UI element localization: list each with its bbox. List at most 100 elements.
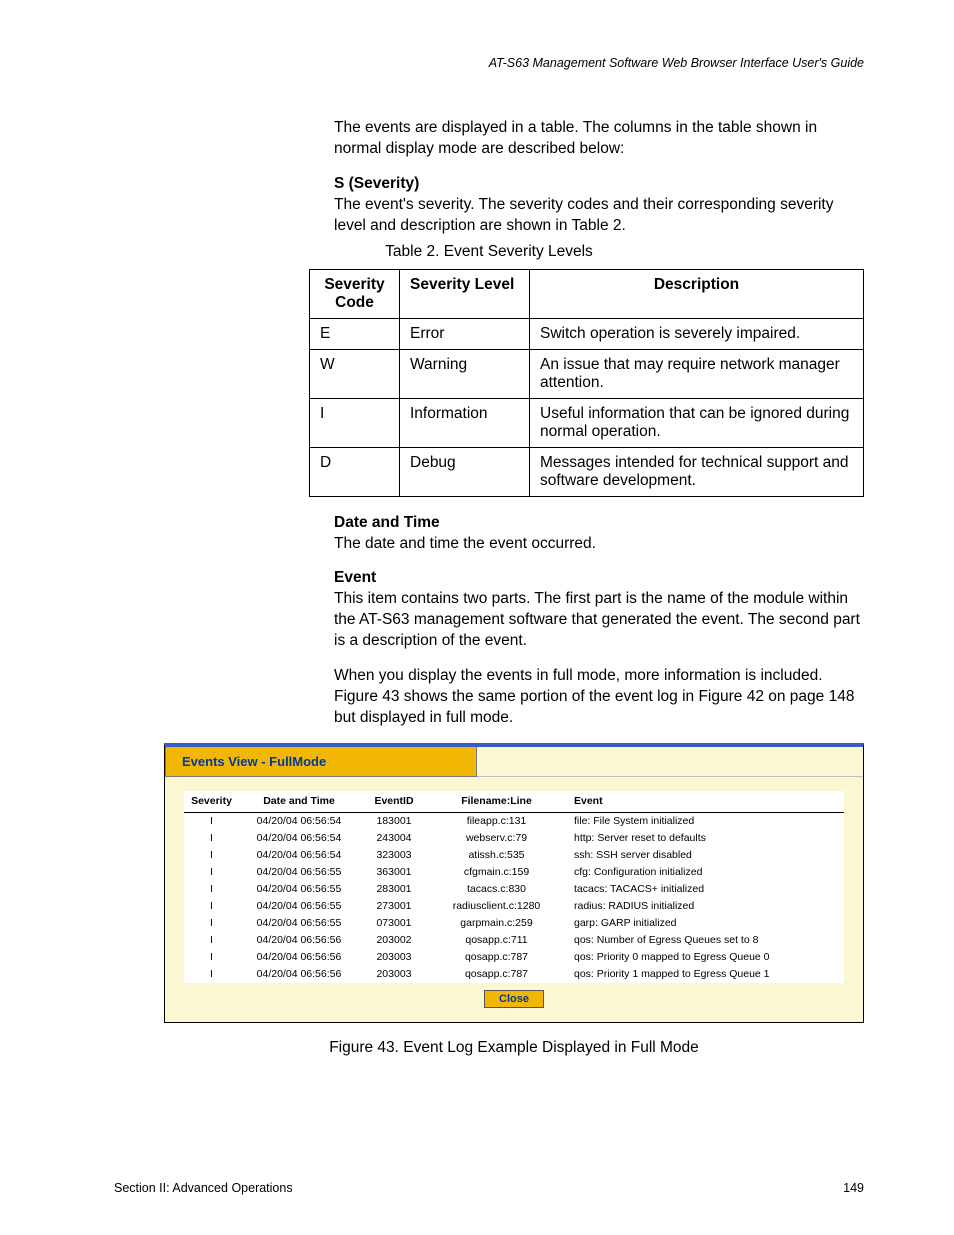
log-cell: garpmain.c:259 bbox=[429, 915, 564, 932]
table-cell: Debug bbox=[400, 447, 530, 496]
datetime-block: Date and Time The date and time the even… bbox=[334, 513, 864, 555]
table-cell: Error bbox=[400, 318, 530, 349]
log-cell: I bbox=[184, 812, 239, 830]
table-row: IInformationUseful information that can … bbox=[310, 398, 864, 447]
table-header-row: Severity Code Severity Level Description bbox=[310, 269, 864, 318]
log-cell: 04/20/04 06:56:56 bbox=[239, 966, 359, 983]
log-cell: garp: GARP initialized bbox=[564, 915, 844, 932]
datetime-text: The date and time the event occurred. bbox=[334, 535, 596, 552]
figure-caption: Figure 43. Event Log Example Displayed i… bbox=[164, 1039, 864, 1057]
log-col-severity: Severity bbox=[184, 791, 239, 813]
log-cell: http: Server reset to defaults bbox=[564, 830, 844, 847]
table-cell: Useful information that can be ignored d… bbox=[530, 398, 864, 447]
log-cell: webserv.c:79 bbox=[429, 830, 564, 847]
event-block: Event This item contains two parts. The … bbox=[334, 568, 864, 652]
log-cell: I bbox=[184, 898, 239, 915]
log-cell: 323003 bbox=[359, 847, 429, 864]
log-cell: qosapp.c:711 bbox=[429, 932, 564, 949]
table-cell: D bbox=[310, 447, 400, 496]
log-cell: 04/20/04 06:56:55 bbox=[239, 864, 359, 881]
figure-panel: Events View - FullMode Severity Date and… bbox=[164, 743, 864, 1023]
log-cell: qosapp.c:787 bbox=[429, 966, 564, 983]
col-desc: Description bbox=[530, 269, 864, 318]
log-cell: 04/20/04 06:56:54 bbox=[239, 830, 359, 847]
severity-block: S (Severity) The event's severity. The s… bbox=[334, 174, 864, 237]
log-cell: atissh.c:535 bbox=[429, 847, 564, 864]
event-heading: Event bbox=[334, 569, 376, 586]
log-row: I04/20/04 06:56:54243004webserv.c:79http… bbox=[184, 830, 844, 847]
table-caption: Table 2. Event Severity Levels bbox=[114, 243, 864, 261]
event-para2: When you display the events in full mode… bbox=[334, 666, 864, 729]
log-cell: I bbox=[184, 881, 239, 898]
table-cell: Messages intended for technical support … bbox=[530, 447, 864, 496]
log-cell: I bbox=[184, 932, 239, 949]
figure-tab-title: Events View - FullMode bbox=[165, 747, 477, 777]
log-col-eventid: EventID bbox=[359, 791, 429, 813]
severity-text: The event's severity. The severity codes… bbox=[334, 196, 834, 234]
datetime-heading: Date and Time bbox=[334, 514, 440, 531]
log-cell: I bbox=[184, 915, 239, 932]
log-cell: qos: Priority 0 mapped to Egress Queue 0 bbox=[564, 949, 844, 966]
table-cell: I bbox=[310, 398, 400, 447]
table-row: WWarningAn issue that may require networ… bbox=[310, 349, 864, 398]
table-cell: Warning bbox=[400, 349, 530, 398]
log-cell: I bbox=[184, 847, 239, 864]
log-cell: file: File System initialized bbox=[564, 812, 844, 830]
log-cell: 04/20/04 06:56:56 bbox=[239, 949, 359, 966]
log-cell: radiusclient.c:1280 bbox=[429, 898, 564, 915]
running-head: AT-S63 Management Software Web Browser I… bbox=[114, 56, 864, 70]
log-cell: 273001 bbox=[359, 898, 429, 915]
log-cell: qos: Priority 1 mapped to Egress Queue 1 bbox=[564, 966, 844, 983]
log-cell: 04/20/04 06:56:54 bbox=[239, 847, 359, 864]
log-row: I04/20/04 06:56:54183001fileapp.c:131fil… bbox=[184, 812, 844, 830]
log-row: I04/20/04 06:56:55273001radiusclient.c:1… bbox=[184, 898, 844, 915]
event-para1: This item contains two parts. The first … bbox=[334, 590, 860, 649]
log-cell: 283001 bbox=[359, 881, 429, 898]
log-col-datetime: Date and Time bbox=[239, 791, 359, 813]
log-cell: 04/20/04 06:56:56 bbox=[239, 932, 359, 949]
table-cell: Switch operation is severely impaired. bbox=[530, 318, 864, 349]
footer-page: 149 bbox=[843, 1181, 864, 1195]
log-cell: 04/20/04 06:56:54 bbox=[239, 812, 359, 830]
log-cell: 04/20/04 06:56:55 bbox=[239, 881, 359, 898]
log-cell: 203003 bbox=[359, 966, 429, 983]
table-cell: Information bbox=[400, 398, 530, 447]
log-cell: tacacs: TACACS+ initialized bbox=[564, 881, 844, 898]
log-cell: 073001 bbox=[359, 915, 429, 932]
log-cell: 183001 bbox=[359, 812, 429, 830]
col-level: Severity Level bbox=[400, 269, 530, 318]
log-col-event: Event bbox=[564, 791, 844, 813]
log-cell: 203002 bbox=[359, 932, 429, 949]
log-row: I04/20/04 06:56:56203003qosapp.c:787qos:… bbox=[184, 966, 844, 983]
severity-table: Severity Code Severity Level Description… bbox=[309, 269, 864, 497]
log-cell: I bbox=[184, 830, 239, 847]
log-cell: qosapp.c:787 bbox=[429, 949, 564, 966]
log-cell: 363001 bbox=[359, 864, 429, 881]
log-header-row: Severity Date and Time EventID Filename:… bbox=[184, 791, 844, 813]
log-cell: I bbox=[184, 966, 239, 983]
log-cell: I bbox=[184, 949, 239, 966]
table-cell: An issue that may require network manage… bbox=[530, 349, 864, 398]
log-cell: 04/20/04 06:56:55 bbox=[239, 898, 359, 915]
table-row: EErrorSwitch operation is severely impai… bbox=[310, 318, 864, 349]
log-cell: cfgmain.c:159 bbox=[429, 864, 564, 881]
log-cell: 203003 bbox=[359, 949, 429, 966]
log-row: I04/20/04 06:56:56203003qosapp.c:787qos:… bbox=[184, 949, 844, 966]
log-cell: radius: RADIUS initialized bbox=[564, 898, 844, 915]
table-cell: W bbox=[310, 349, 400, 398]
figure-tab-spacer bbox=[477, 747, 863, 777]
close-button[interactable]: Close bbox=[484, 990, 544, 1008]
col-code: Severity Code bbox=[310, 269, 400, 318]
event-log-table: Severity Date and Time EventID Filename:… bbox=[184, 791, 844, 983]
table-row: DDebugMessages intended for technical su… bbox=[310, 447, 864, 496]
log-cell: I bbox=[184, 864, 239, 881]
log-cell: cfg: Configuration initialized bbox=[564, 864, 844, 881]
log-cell: ssh: SSH server disabled bbox=[564, 847, 844, 864]
log-cell: 243004 bbox=[359, 830, 429, 847]
log-cell: fileapp.c:131 bbox=[429, 812, 564, 830]
log-cell: 04/20/04 06:56:55 bbox=[239, 915, 359, 932]
intro-paragraph: The events are displayed in a table. The… bbox=[334, 118, 864, 160]
footer-section: Section II: Advanced Operations bbox=[114, 1181, 293, 1195]
severity-heading: S (Severity) bbox=[334, 175, 419, 192]
log-row: I04/20/04 06:56:55073001garpmain.c:259ga… bbox=[184, 915, 844, 932]
